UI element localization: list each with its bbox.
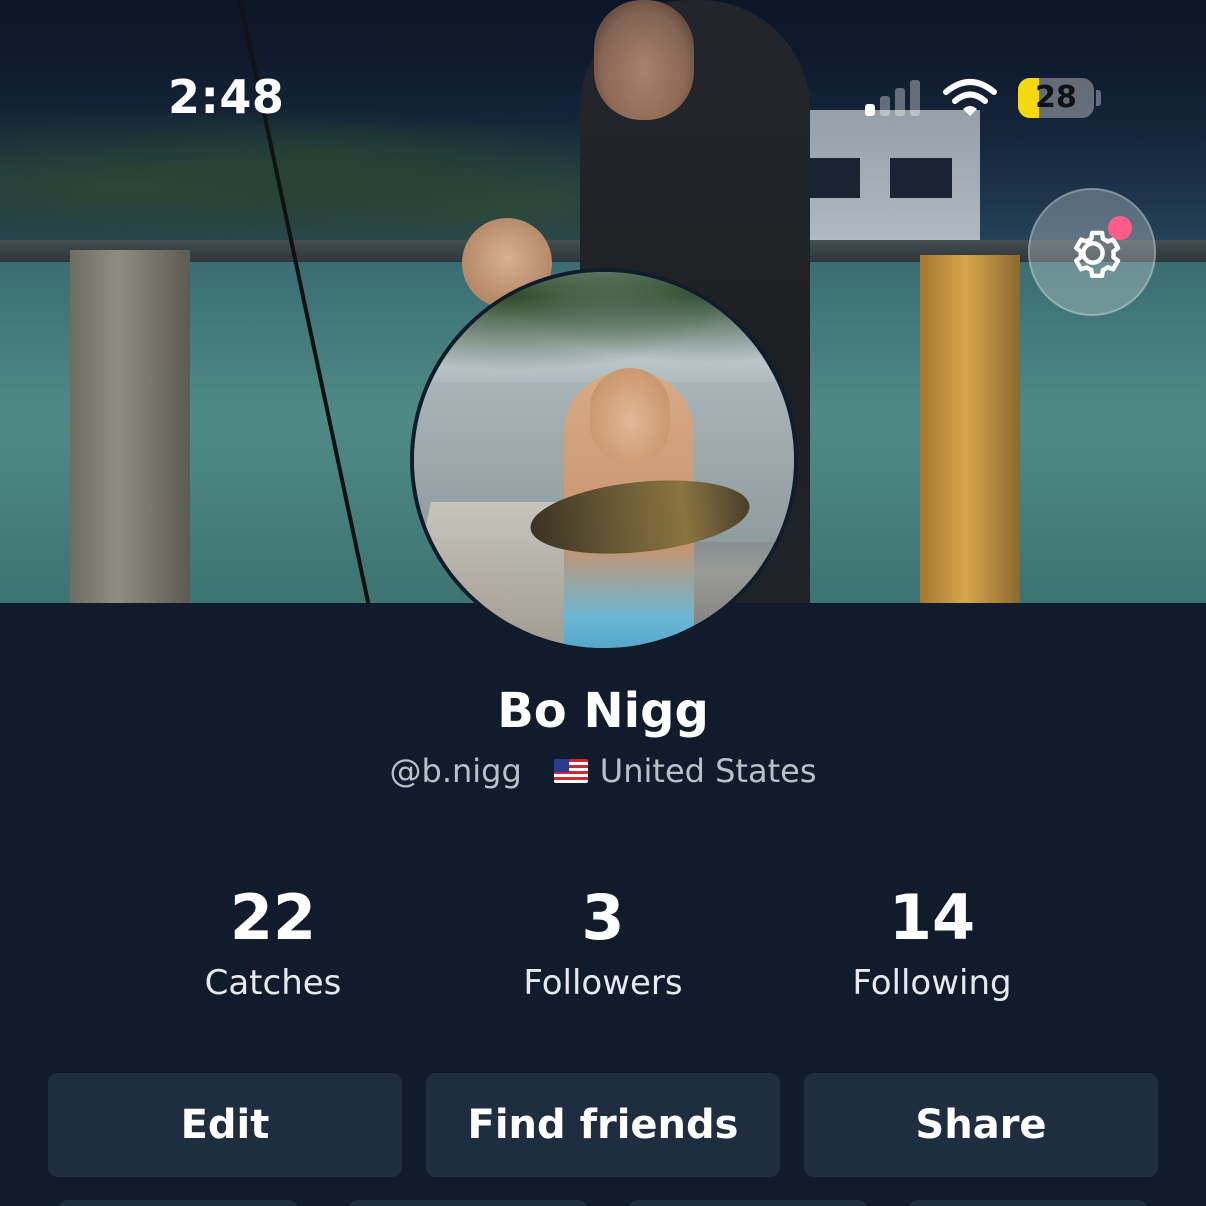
share-button[interactable]: Share bbox=[804, 1073, 1158, 1177]
battery-icon: 28 bbox=[1018, 78, 1094, 118]
cellular-signal-icon bbox=[865, 80, 925, 116]
stats-row: 22 Catches 3 Followers 14 Following bbox=[0, 880, 1206, 1020]
battery-level: 28 bbox=[1035, 80, 1077, 115]
stat-label: Followers bbox=[523, 963, 683, 1003]
stat-value: 3 bbox=[581, 881, 625, 954]
stat-catches[interactable]: 22 Catches bbox=[123, 880, 423, 1006]
status-time: 2:48 bbox=[168, 70, 285, 124]
settings-button[interactable] bbox=[1028, 188, 1156, 316]
battery-tip bbox=[1096, 90, 1101, 106]
profile-country: United States bbox=[599, 752, 817, 790]
stat-label: Following bbox=[852, 963, 1012, 1003]
us-flag-icon bbox=[553, 759, 588, 783]
stat-followers[interactable]: 3 Followers bbox=[453, 880, 753, 1006]
next-row-peek bbox=[48, 1200, 1158, 1206]
profile-screen: 2:48 28 Bo Nigg @b.nigg United States 22… bbox=[0, 0, 1206, 1206]
stat-following[interactable]: 14 Following bbox=[782, 880, 1082, 1006]
avatar[interactable] bbox=[410, 268, 798, 652]
profile-handle: @b.nigg bbox=[389, 752, 522, 790]
action-buttons: Edit Find friends Share bbox=[48, 1073, 1158, 1177]
notification-dot bbox=[1108, 216, 1132, 240]
find-friends-button[interactable]: Find friends bbox=[426, 1073, 780, 1177]
stat-value: 22 bbox=[229, 881, 317, 954]
stat-label: Catches bbox=[204, 963, 342, 1003]
wifi-icon bbox=[943, 79, 997, 116]
stat-value: 14 bbox=[888, 881, 976, 954]
profile-meta: @b.nigg United States bbox=[0, 752, 1206, 790]
edit-button[interactable]: Edit bbox=[48, 1073, 402, 1177]
profile-name: Bo Nigg bbox=[497, 683, 709, 739]
